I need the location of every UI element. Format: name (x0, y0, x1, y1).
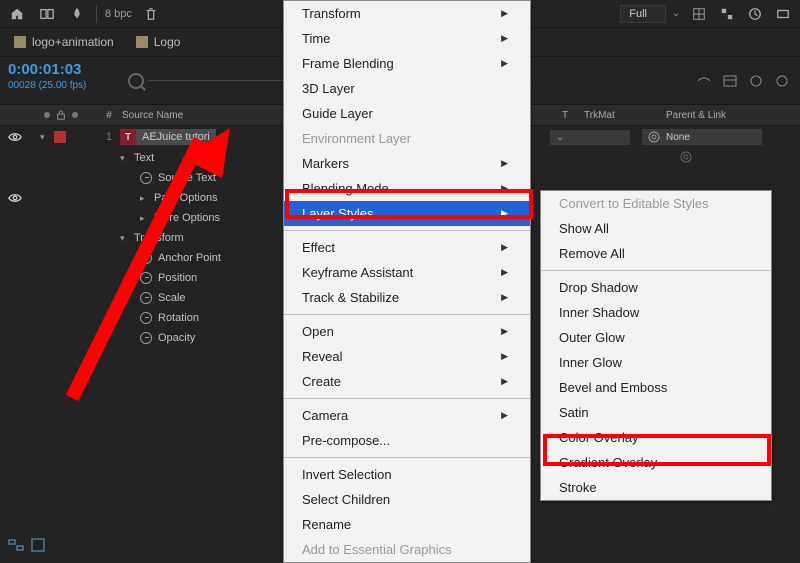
resolution-select[interactable]: Full (620, 5, 666, 23)
col-parent: Parent & Link (660, 110, 780, 121)
tab-label: logo+animation (32, 35, 114, 49)
chevron-down-icon: ⌄ (672, 8, 682, 19)
timecode[interactable]: 0:00:01:03 (8, 61, 112, 78)
parent-cell[interactable]: None (642, 129, 762, 145)
menu-markers[interactable]: Markers (284, 151, 530, 176)
col-t: T (550, 110, 580, 121)
menu-effect[interactable]: Effect (284, 235, 530, 260)
visibility-icon[interactable] (8, 191, 22, 205)
menu-3d-layer[interactable]: 3D Layer (284, 76, 530, 101)
pickwhip-icon[interactable] (680, 151, 692, 163)
panel-icon[interactable] (36, 3, 58, 25)
menu-keyframe-assistant[interactable]: Keyframe Assistant (284, 260, 530, 285)
menu-frame-blending[interactable]: Frame Blending (284, 51, 530, 76)
stopwatch-icon[interactable] (140, 172, 152, 184)
settings-icon[interactable] (772, 3, 794, 25)
trash-icon[interactable] (140, 3, 162, 25)
menu-transform[interactable]: Transform (284, 1, 530, 26)
tab-logo[interactable]: Logo (130, 31, 187, 53)
menu-show-all[interactable]: Show All (541, 216, 771, 241)
bpc-label[interactable]: 8 bpc (105, 8, 132, 20)
menu-add-essential: Add to Essential Graphics (284, 537, 530, 562)
trkmat-cell[interactable]: ⌄ (550, 130, 630, 145)
visibility-icon[interactable] (8, 130, 22, 144)
twirl-icon[interactable]: ▾ (40, 132, 50, 143)
column-icon[interactable] (722, 73, 738, 89)
menu-time[interactable]: Time (284, 26, 530, 51)
menu-track-stabilize[interactable]: Track & Stabilize (284, 285, 530, 310)
graph-icon[interactable] (774, 73, 790, 89)
stopwatch-icon[interactable] (140, 272, 152, 284)
menu-convert-styles: Convert to Editable Styles (541, 191, 771, 216)
layer-name[interactable]: AEJuice tutori (136, 129, 216, 145)
col-source-name[interactable]: Source Name (118, 110, 278, 121)
menu-invert-selection[interactable]: Invert Selection (284, 462, 530, 487)
menu-inner-glow[interactable]: Inner Glow (541, 350, 771, 375)
menu-camera[interactable]: Camera (284, 403, 530, 428)
rocket-icon[interactable] (66, 3, 88, 25)
render-queue-icon[interactable] (30, 537, 46, 553)
transparency-icon[interactable] (716, 3, 738, 25)
pickwhip-icon[interactable] (648, 131, 660, 143)
label-icon (72, 112, 78, 118)
home-icon[interactable] (6, 3, 28, 25)
menu-reveal[interactable]: Reveal (284, 344, 530, 369)
fx-icon[interactable] (748, 73, 764, 89)
menu-satin[interactable]: Satin (541, 400, 771, 425)
frame-counter[interactable]: 00028 (25.00 fps) (8, 80, 112, 91)
menu-environment-layer: Environment Layer (284, 126, 530, 151)
menu-color-overlay[interactable]: Color Overlay (541, 425, 771, 450)
tab-logo-animation[interactable]: logo+animation (8, 31, 120, 53)
clock-icon[interactable] (744, 3, 766, 25)
menu-inner-shadow[interactable]: Inner Shadow (541, 300, 771, 325)
col-trkmat: TrkMat (580, 110, 660, 121)
menu-select-children[interactable]: Select Children (284, 487, 530, 512)
menu-remove-all[interactable]: Remove All (541, 241, 771, 266)
layer-context-menu: Transform Time Frame Blending 3D Layer G… (283, 0, 531, 563)
menu-precompose[interactable]: Pre-compose... (284, 428, 530, 453)
menu-layer-styles[interactable]: Layer Styles (284, 201, 530, 226)
tab-label: Logo (154, 35, 181, 49)
layer-styles-submenu: Convert to Editable Styles Show All Remo… (540, 190, 772, 501)
toggle-switches-icon[interactable] (8, 537, 24, 553)
text-layer-icon: T (120, 129, 136, 145)
menu-rename[interactable]: Rename (284, 512, 530, 537)
search-icon (128, 73, 144, 89)
label-color[interactable] (54, 131, 66, 143)
col-number: # (100, 110, 118, 121)
menu-drop-shadow[interactable]: Drop Shadow (541, 275, 771, 300)
menu-gradient-overlay[interactable]: Gradient Overlay (541, 450, 771, 475)
parent-value: None (666, 132, 690, 143)
grid-icon[interactable] (688, 3, 710, 25)
menu-guide-layer[interactable]: Guide Layer (284, 101, 530, 126)
comp-icon (136, 36, 148, 48)
menu-blending-mode[interactable]: Blending Mode (284, 176, 530, 201)
lock-icon (56, 110, 66, 120)
stopwatch-icon[interactable] (140, 252, 152, 264)
menu-bevel-emboss[interactable]: Bevel and Emboss (541, 375, 771, 400)
stopwatch-icon[interactable] (140, 292, 152, 304)
menu-create[interactable]: Create (284, 369, 530, 394)
menu-stroke[interactable]: Stroke (541, 475, 771, 500)
solo-icon (44, 112, 50, 118)
stopwatch-icon[interactable] (140, 312, 152, 324)
menu-outer-glow[interactable]: Outer Glow (541, 325, 771, 350)
timeline-footer (8, 537, 46, 553)
shy-icon[interactable] (696, 73, 712, 89)
comp-icon (14, 36, 26, 48)
layer-number: 1 (106, 131, 120, 143)
stopwatch-icon[interactable] (140, 332, 152, 344)
menu-open[interactable]: Open (284, 319, 530, 344)
